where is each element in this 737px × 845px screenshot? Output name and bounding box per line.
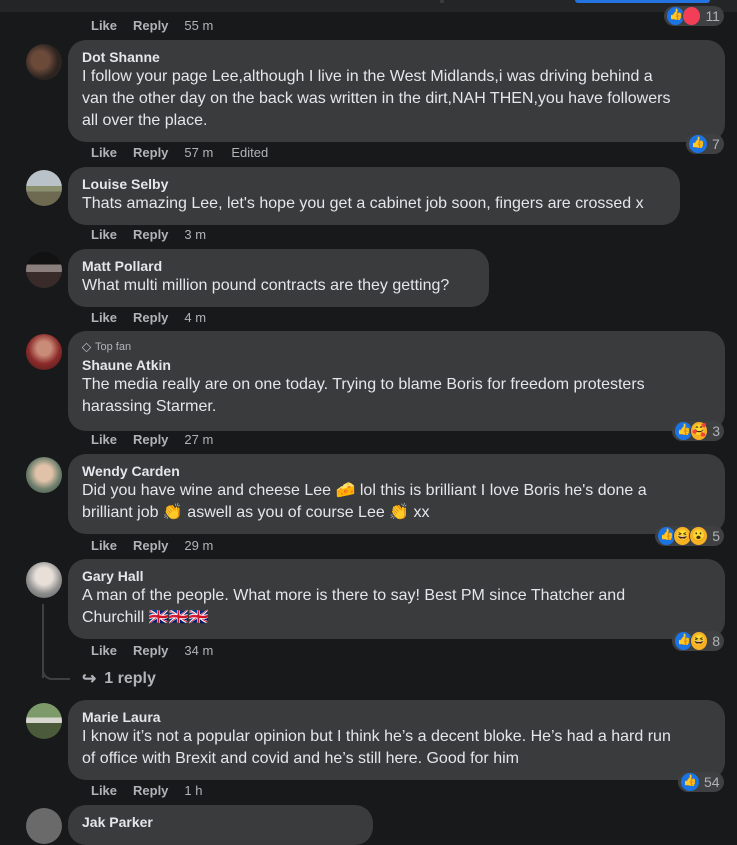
comment-time[interactable]: 27 m: [184, 432, 213, 448]
avatar[interactable]: [26, 457, 62, 493]
avatar[interactable]: [26, 703, 62, 739]
comment-time[interactable]: 57 m: [184, 145, 213, 161]
diamond-icon: [81, 342, 92, 352]
comment-text-line: van the other day on the back was writte…: [82, 90, 671, 107]
avatar[interactable]: [26, 252, 62, 288]
comment-text-line: A man of the people. What more is there …: [82, 587, 626, 604]
comment-text-line: Churchill 🇬🇧🇬🇧🇬🇧: [82, 609, 209, 626]
reply-button[interactable]: Reply: [133, 145, 168, 161]
edited-label[interactable]: Edited: [231, 145, 268, 161]
comment-text-line: Thats amazing Lee, let's hope you get a …: [82, 195, 644, 212]
comment-bubble: Matt Pollard What multi million pound co…: [68, 249, 489, 307]
comment-text-line: of office with Brexit and covid and he’s…: [82, 750, 519, 767]
like-button[interactable]: Like: [91, 783, 117, 799]
comment-bubble: Marie Laura I know it’s not a popular op…: [68, 700, 725, 780]
comment-bubble: Jak Parker: [68, 805, 373, 845]
reply-button[interactable]: Reply: [133, 432, 168, 448]
comment-text-line: brilliant job 👏 aswell as you of course …: [82, 504, 430, 521]
reaction-summary[interactable]: 54: [678, 772, 724, 792]
comment-author[interactable]: Dot Shanne: [82, 48, 711, 66]
avatar[interactable]: [26, 808, 62, 844]
comment-author[interactable]: Louise Selby: [82, 175, 666, 193]
comment-actions: Like Reply 29 m: [91, 538, 231, 554]
like-button[interactable]: Like: [91, 432, 117, 448]
comment-time[interactable]: 1 h: [184, 783, 202, 799]
comment-actions: Like Reply 57 m Edited: [91, 145, 286, 161]
avatar[interactable]: [26, 334, 62, 370]
like-button[interactable]: Like: [91, 18, 117, 34]
like-button[interactable]: Like: [91, 310, 117, 326]
reply-button[interactable]: Reply: [133, 643, 168, 659]
comment-actions: Like Reply 34 m: [91, 643, 231, 659]
reply-button[interactable]: Reply: [133, 538, 168, 554]
like-button[interactable]: Like: [91, 643, 117, 659]
reply-button[interactable]: Reply: [133, 310, 168, 326]
comment-actions: Like Reply 1 h: [91, 783, 221, 799]
reaction-summary-prev[interactable]: 11: [664, 6, 724, 26]
like-reaction-icon: [680, 772, 700, 792]
reaction-summary[interactable]: 5: [655, 526, 724, 546]
comment-time[interactable]: 34 m: [184, 643, 213, 659]
comment-author[interactable]: Wendy Carden: [82, 462, 711, 480]
reaction-summary[interactable]: 3: [672, 421, 724, 441]
comment-text-line: I follow your page Lee,although I live i…: [82, 68, 653, 85]
comment-time[interactable]: 29 m: [184, 538, 213, 554]
comment-bubble: Gary Hall A man of the people. What more…: [68, 559, 725, 639]
comment-text-line: harassing Starmer.: [82, 398, 217, 415]
avatar[interactable]: [26, 170, 62, 206]
reply-button[interactable]: Reply: [133, 227, 168, 243]
haha-reaction-icon: [689, 631, 709, 651]
reply-button[interactable]: Reply: [133, 783, 168, 799]
comment-actions-prev: Like Reply 55 m: [91, 18, 231, 34]
like-reaction-icon: [688, 134, 708, 154]
comment-author[interactable]: Matt Pollard: [82, 257, 475, 275]
reaction-summary[interactable]: 8: [672, 631, 724, 651]
comment-bubble: Dot Shanne I follow your page Lee,althou…: [68, 40, 725, 142]
comment-bubble: Top fan Shaune Atkin The media really ar…: [68, 331, 725, 431]
top-bar: [0, 0, 737, 12]
reaction-summary[interactable]: 7: [686, 134, 724, 154]
love-reaction-icon: [682, 6, 702, 26]
comment-author[interactable]: Gary Hall: [82, 567, 711, 585]
comment-text-line: all over the place.: [82, 112, 208, 129]
view-replies-link[interactable]: ↪ 1 reply: [82, 669, 156, 689]
header-button-edge[interactable]: [575, 0, 710, 3]
avatar[interactable]: [26, 562, 62, 598]
comment-time[interactable]: 3 m: [184, 227, 206, 243]
avatar[interactable]: [26, 44, 62, 80]
comment-text-line: What multi million pound contracts are t…: [82, 277, 450, 294]
thread-connector: [42, 664, 70, 680]
care-reaction-icon: [689, 421, 709, 441]
comment-time[interactable]: 4 m: [184, 310, 206, 326]
comment-actions: Like Reply 4 m: [91, 310, 224, 326]
comment-author[interactable]: Shaune Atkin: [82, 356, 711, 374]
like-button[interactable]: Like: [91, 227, 117, 243]
like-button[interactable]: Like: [91, 145, 117, 161]
comment-text-line: The media really are on one today. Tryin…: [82, 376, 645, 393]
comment-author[interactable]: Marie Laura: [82, 708, 711, 726]
comment-text-line: Did you have wine and cheese Lee 🧀 lol t…: [82, 482, 647, 499]
reply-arrow-icon: ↪: [82, 669, 97, 688]
reply-button[interactable]: Reply: [133, 18, 168, 34]
comment-actions: Like Reply 27 m: [91, 432, 231, 448]
comment-time: 55 m: [184, 18, 214, 33]
comment-author[interactable]: Jak Parker: [82, 813, 359, 831]
top-fan-badge: Top fan: [81, 339, 711, 355]
comment-bubble: Wendy Carden Did you have wine and chees…: [68, 454, 725, 534]
comment-text-line: I know it’s not a popular opinion but I …: [82, 728, 671, 745]
comment-bubble: Louise Selby Thats amazing Lee, let's ho…: [68, 167, 680, 225]
wow-reaction-icon: [689, 526, 709, 546]
like-button[interactable]: Like: [91, 538, 117, 554]
comment-actions: Like Reply 3 m: [91, 227, 224, 243]
